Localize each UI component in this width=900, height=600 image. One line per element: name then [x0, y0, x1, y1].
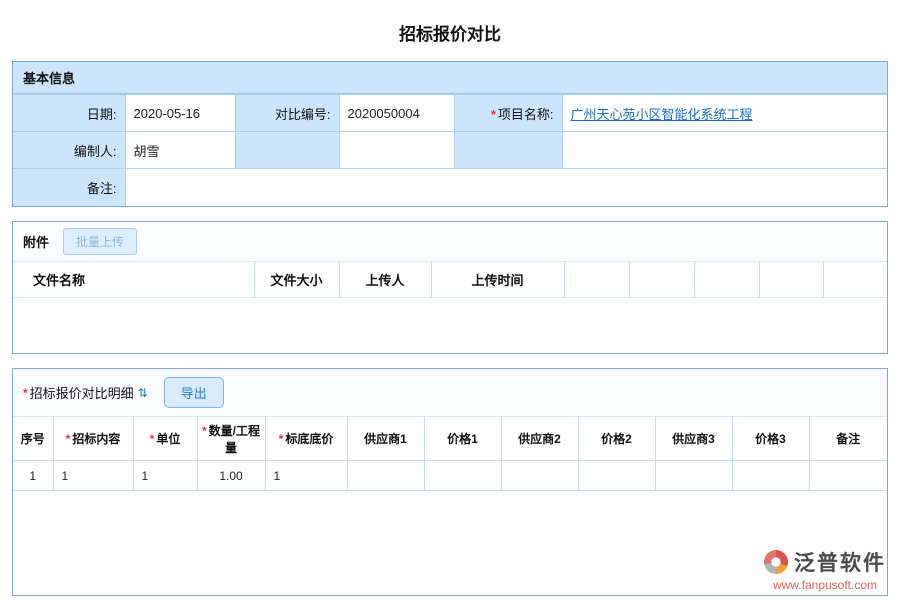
detail-column-seq: 序号 — [13, 417, 53, 461]
author-value: 胡雪 — [125, 132, 235, 169]
project-name-link[interactable]: 广州天心苑小区智能化系统工程 — [571, 107, 753, 122]
detail-column-content: *招标内容 — [53, 417, 133, 461]
detail-column-supplier2: 供应商2 — [501, 417, 578, 461]
basic-info-row-2: 编制人: 胡雪 — [13, 132, 887, 169]
brand-footer: 泛普软件 www.fanpusoft.com — [764, 547, 886, 592]
detail-column-price2: 价格2 — [578, 417, 655, 461]
project-name-cell: 广州天心苑小区智能化系统工程 — [562, 95, 887, 132]
detail-cell-unit: 1 — [133, 461, 197, 491]
empty-label-cell — [235, 132, 339, 169]
attachments-section: 附件 批量上传 文件名称 文件大小 上传人 上传时间 — [12, 221, 888, 355]
detail-column-baseprice: *标底底价 — [265, 417, 347, 461]
brand-name: 泛普软件 — [794, 547, 886, 577]
basic-info-row-1: 日期: 2020-05-16 对比编号: 2020050004 *项目名称: 广… — [13, 95, 887, 132]
attachments-toolbar: 附件 批量上传 — [13, 222, 887, 262]
detail-column-price3: 价格3 — [732, 417, 809, 461]
detail-cell-quantity: 1.00 — [197, 461, 265, 491]
detail-column-price1: 价格1 — [424, 417, 501, 461]
detail-section: * 招标报价对比明细 ⇅ 导出 序号 *招标内容 *单位 *数量/工程量 *标底… — [12, 368, 888, 596]
attachment-column-empty — [694, 262, 759, 298]
basic-info-table: 日期: 2020-05-16 对比编号: 2020050004 *项目名称: 广… — [13, 94, 887, 206]
attachment-column-filename: 文件名称 — [13, 262, 254, 298]
batch-upload-button[interactable]: 批量上传 — [63, 228, 137, 255]
required-mark: * — [491, 107, 496, 122]
detail-column-unit: *单位 — [133, 417, 197, 461]
attachment-column-empty — [629, 262, 694, 298]
detail-cell-price2 — [578, 461, 655, 491]
detail-section-title: 招标报价对比明细 — [30, 383, 134, 402]
detail-toolbar: * 招标报价对比明细 ⇅ 导出 — [13, 369, 887, 416]
detail-cell-supplier2 — [501, 461, 578, 491]
empty-value-cell — [339, 132, 454, 169]
attachments-title: 附件 — [23, 232, 49, 251]
basic-info-row-3: 备注: — [13, 169, 887, 206]
required-mark: * — [150, 432, 155, 446]
attachment-column-uploadtime: 上传时间 — [431, 262, 564, 298]
project-name-label: *项目名称: — [454, 95, 562, 132]
detail-cell-price1 — [424, 461, 501, 491]
attachments-empty-area — [13, 298, 887, 353]
attachments-table: 文件名称 文件大小 上传人 上传时间 — [13, 262, 887, 299]
detail-cell-price3 — [732, 461, 809, 491]
attachment-column-uploader: 上传人 — [339, 262, 431, 298]
attachment-column-filesize: 文件大小 — [254, 262, 339, 298]
detail-column-remark: 备注 — [809, 417, 887, 461]
detail-cell-supplier1 — [347, 461, 424, 491]
detail-column-supplier1: 供应商1 — [347, 417, 424, 461]
detail-column-supplier3: 供应商3 — [655, 417, 732, 461]
brand-row: 泛普软件 — [764, 547, 886, 577]
required-mark: * — [23, 386, 28, 400]
compare-no-value: 2020050004 — [339, 95, 454, 132]
detail-empty-area — [13, 491, 887, 595]
attachment-column-empty — [823, 262, 887, 298]
author-label: 编制人: — [13, 132, 125, 169]
detail-cell-seq: 1 — [13, 461, 53, 491]
required-mark: * — [279, 432, 284, 446]
brand-url: www.fanpusoft.com — [764, 578, 886, 592]
detail-data-row: 1 1 1 1.00 1 — [13, 461, 887, 491]
page: 招标报价对比 基本信息 日期: 2020-05-16 对比编号: 2020050… — [0, 0, 900, 596]
date-label: 日期: — [13, 95, 125, 132]
remark-label: 备注: — [13, 169, 125, 206]
remark-value — [125, 169, 887, 206]
empty-label-cell — [454, 132, 562, 169]
date-value: 2020-05-16 — [125, 95, 235, 132]
attachment-column-empty — [759, 262, 823, 298]
detail-header-row: 序号 *招标内容 *单位 *数量/工程量 *标底底价 供应商1 价格1 供应商2… — [13, 417, 887, 461]
attachments-header-row: 文件名称 文件大小 上传人 上传时间 — [13, 262, 887, 298]
basic-info-section: 基本信息 日期: 2020-05-16 对比编号: 2020050004 *项目… — [12, 61, 888, 207]
basic-info-section-title: 基本信息 — [13, 62, 887, 94]
compare-no-label: 对比编号: — [235, 95, 339, 132]
export-button[interactable]: 导出 — [164, 377, 224, 408]
detail-cell-content: 1 — [53, 461, 133, 491]
detail-cell-remark — [809, 461, 887, 491]
empty-value-cell — [562, 132, 887, 169]
fanpu-logo-icon — [764, 550, 788, 574]
detail-cell-baseprice: 1 — [265, 461, 347, 491]
required-mark: * — [66, 432, 71, 446]
required-mark: * — [202, 424, 207, 438]
sort-icon[interactable]: ⇅ — [138, 386, 148, 400]
detail-column-quantity: *数量/工程量 — [197, 417, 265, 461]
attachment-column-empty — [564, 262, 629, 298]
page-title: 招标报价对比 — [12, 0, 888, 61]
detail-cell-supplier3 — [655, 461, 732, 491]
detail-table: 序号 *招标内容 *单位 *数量/工程量 *标底底价 供应商1 价格1 供应商2… — [13, 416, 887, 491]
